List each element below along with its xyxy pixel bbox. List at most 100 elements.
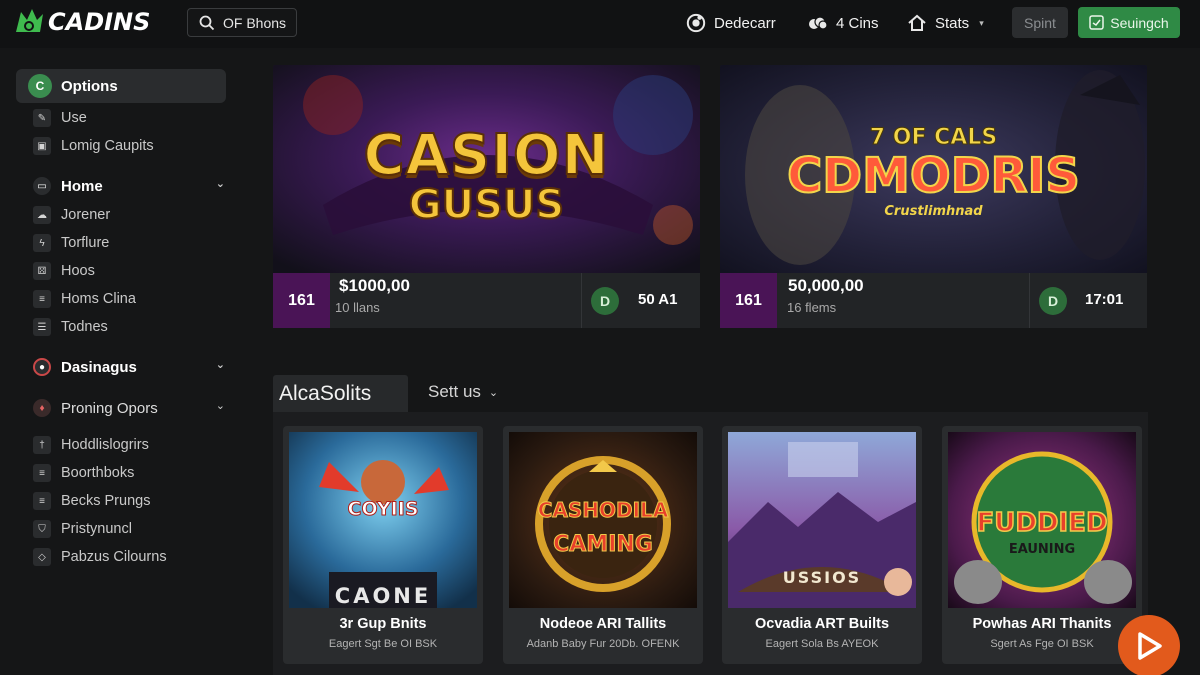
banner-value: 17:01 [1085,291,1124,308]
sidebar-item-pristynuncl[interactable]: ⛉ Pristynuncl [33,518,132,540]
menu-icon: ☰ [33,318,51,336]
game-card[interactable]: CASHODILA CAMING Nodeoe ARI Tallits Adan… [503,426,703,664]
game-art-subtitle: EAUNING [1008,542,1076,557]
sidebar-item-torflure[interactable]: ϟ Torflure [33,232,109,254]
sidebar-item-label: Homs Clina [61,291,136,307]
header-item-dedecarr[interactable]: Dedecarr [686,10,776,36]
sidebar-item-lomig[interactable]: ▣ Lomig Caupits [33,135,154,157]
header-item-coins[interactable]: 4 Cins [808,10,879,36]
game-card[interactable]: FUDDIED EAUNING Powhas ARI Thanits Sgert… [942,426,1142,664]
logo-mark-icon [16,9,43,32]
sidebar-item-label: Pristynuncl [61,521,132,537]
shield-icon: ⛉ [33,520,51,538]
signin-label: Seuingch [1110,14,1169,31]
sidebar-item-use[interactable]: ✎ Use [33,107,87,129]
logo[interactable]: CADINS [12,6,150,38]
tag-icon: ▣ [33,137,51,155]
header-item-stats[interactable]: Stats ▾ [907,10,984,36]
window-icon: ▭ [33,177,51,195]
edit-icon: ✎ [33,109,51,127]
sidebar-section-label: Dasinagus [61,358,137,376]
sidebar-section-proning[interactable]: ♦ Proning Opors ⌄ [33,396,225,420]
game-art-title: CASHODILA [537,498,669,523]
sidebar-item-label: Options [61,77,118,95]
game-art-title: FUDDIED [976,507,1109,539]
game-title: Powhas ARI Thanits [972,616,1112,632]
sidebar: C Options ✎ Use ▣ Lomig Caupits ▭ Home ⌄… [0,60,240,675]
game-thumbnail: COYIIS CAONE [289,432,477,608]
game-thumbnail: CASHODILA CAMING [509,432,697,608]
home-icon [907,13,927,33]
sidebar-item-label: Todnes [61,319,108,335]
sidebar-item-label: Boorthboks [61,465,135,481]
banner-subtitle: Crustlimhnad [884,204,983,219]
list-icon: ≡ [33,464,51,482]
search-box[interactable]: OF Bhons [187,8,297,37]
game-subtitle: Eagert Sola Bs AYEOK [765,638,879,650]
banner-badge: 161 [273,273,330,328]
bolt-icon: ϟ [33,234,51,252]
game-card[interactable]: COYIIS CAONE 3r Gup Bnits Eagert Sgt Be … [283,426,483,664]
game-subtitle: Sgert As Fge OI BSK [990,638,1094,650]
sort-dropdown[interactable]: Sett us ⌄ [428,382,498,402]
sidebar-section-dasinagus[interactable]: ● Dasinagus ⌄ [33,355,225,379]
header-item-label: 4 Cins [836,14,879,32]
cloud-icon: ☁ [33,206,51,224]
sidebar-section-home[interactable]: ▭ Home ⌄ [33,174,225,198]
chip-icon [686,13,706,33]
sidebar-item-label: Hoos [61,263,95,279]
sidebar-item-hoos[interactable]: ⚄ Hoos [33,260,95,282]
chevron-down-icon: ⌄ [215,400,225,412]
banner-prize: $1000,00 [339,276,410,295]
banner-prize: 50,000,00 [788,276,864,295]
play-icon [1138,632,1162,660]
sidebar-item-boorthboks[interactable]: ≡ Boorthboks [33,462,134,484]
list-icon: ≡ [33,290,51,308]
sidebar-section-label: Proning Opors [61,399,158,417]
spint-button[interactable]: Spint [1012,7,1068,38]
game-subtitle: Eagert Sgt Be OI BSK [328,638,438,650]
sidebar-item-homs-clina[interactable]: ≡ Homs Clina [33,288,136,310]
banner-subtitle: GUSUS [408,181,565,229]
header-item-label: Stats [935,14,970,32]
game-art [289,432,477,608]
options-icon: C [28,74,52,98]
coins-icon [808,13,828,33]
sidebar-item-label: Becks Prungs [61,493,151,509]
sort-label: Sett us [428,382,481,401]
sidebar-item-pabzus[interactable]: ◇ Pabzus Cilourns [33,546,167,568]
sidebar-section-label: Home [61,177,103,195]
game-subtitle: Adanb Baby Fur 20Db. OFENK [526,638,680,650]
game-art-subtitle: CAMING [553,532,654,558]
logo-text: CADINS [48,8,151,36]
signin-button[interactable]: Seuingch [1078,7,1180,38]
banner-title-block: 7 OF CALS CDMODRIS Crustlimhnad [720,125,1147,220]
sidebar-item-todnes[interactable]: ☰ Todnes [33,316,108,338]
game-thumbnail: USSIOS [728,432,916,608]
banner-title: CASION [362,122,610,189]
top-header: CADINS OF Bhons Dedecarr 4 Cins Stats ▾ … [0,0,1200,48]
sidebar-item-jorener[interactable]: ☁ Jorener [33,204,110,226]
play-button[interactable] [1118,615,1180,675]
login-icon [1089,15,1105,30]
d-badge-icon: D [1039,287,1067,315]
banner-badge: 161 [720,273,777,328]
d-badge-icon: D [591,287,619,315]
game-title: Nodeoe ARI Tallits [539,616,667,632]
game-card[interactable]: USSIOS Ocvadia ART Builts Eagert Sola Bs… [722,426,922,664]
sidebar-item-hoddlis[interactable]: † Hoddlislogrirs [33,434,149,456]
sidebar-item-label: Hoddlislogrirs [61,437,149,453]
sidebar-item-options[interactable]: C Options [16,69,226,103]
diamond-icon: ◇ [33,548,51,566]
banner-info-bar [720,273,1147,328]
chevron-down-icon: ⌄ [488,386,499,399]
divider [581,273,582,328]
sidebar-item-label: Use [61,110,87,126]
sidebar-item-becks[interactable]: ≡ Becks Prungs [33,490,150,512]
divider [1029,273,1030,328]
banner-value: 50 A1 [638,291,678,308]
search-icon [199,15,215,30]
sidebar-item-label: Pabzus Cilourns [61,549,167,565]
section-title: AlcaSolits [273,375,408,412]
chevron-down-icon: ⌄ [215,178,225,190]
